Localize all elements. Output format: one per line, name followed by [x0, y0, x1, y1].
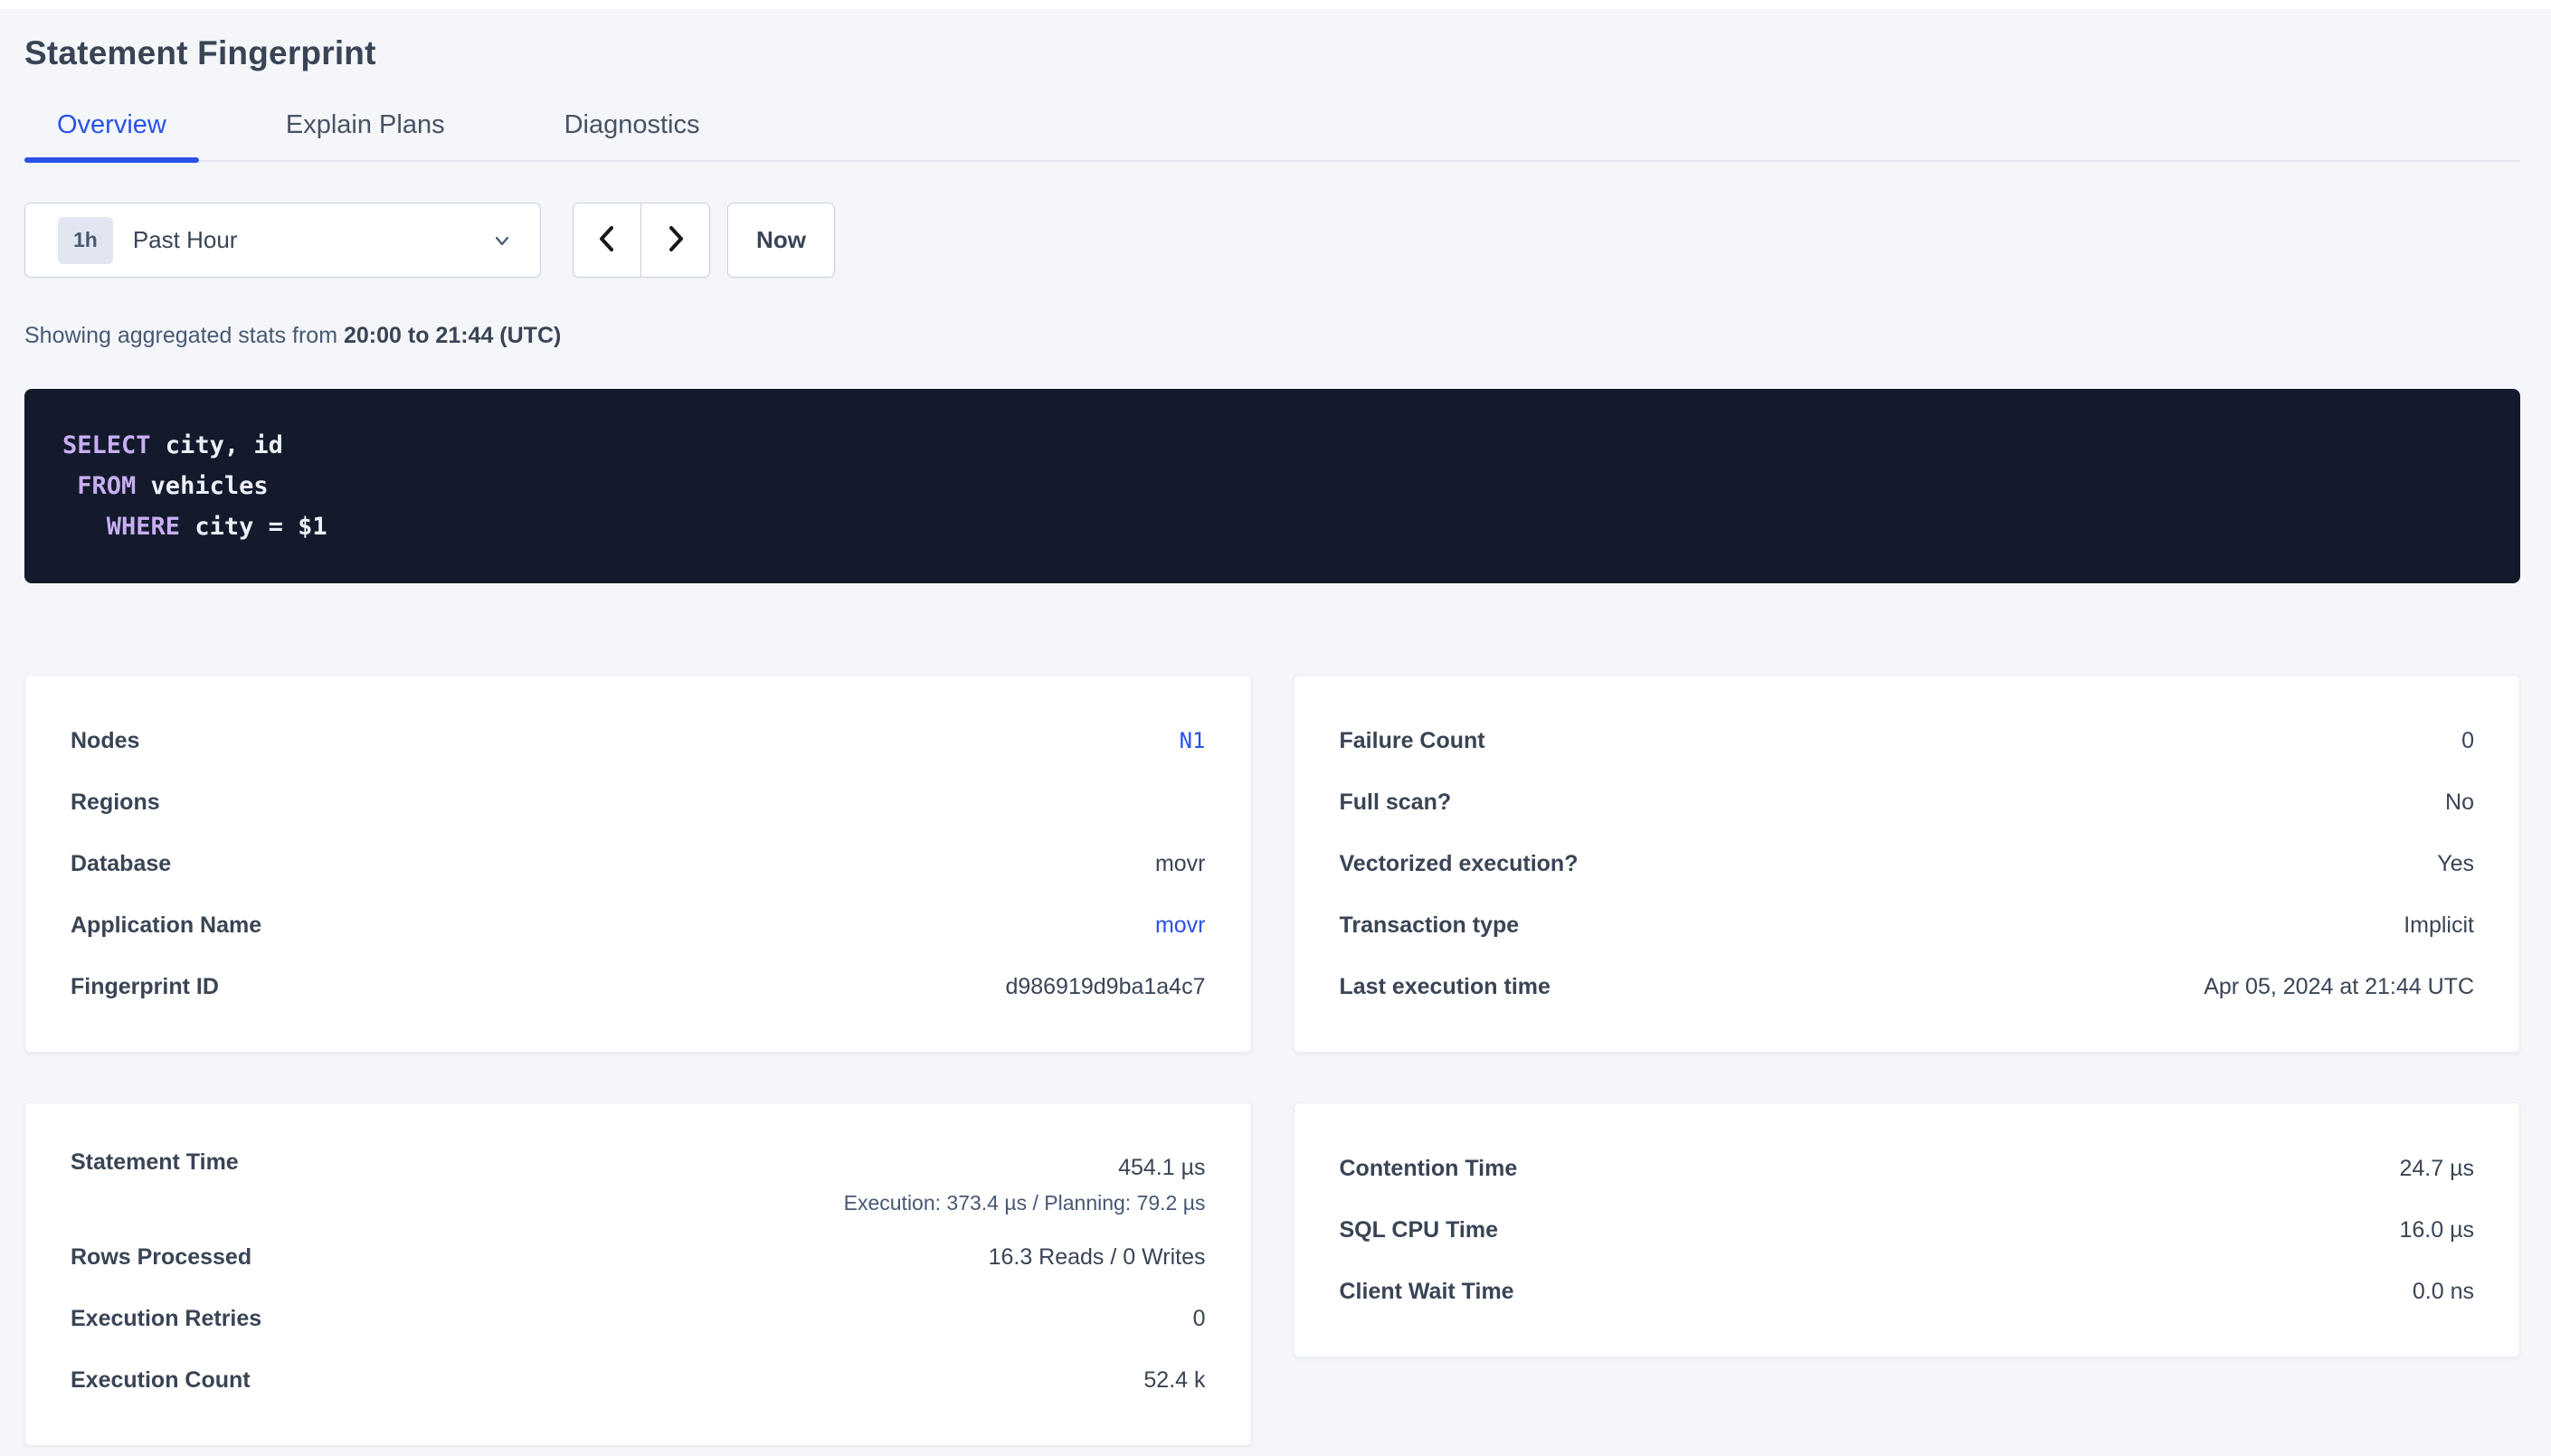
time-range-label: Past Hour — [133, 226, 238, 254]
now-button[interactable]: Now — [727, 203, 835, 278]
page-title: Statement Fingerprint — [24, 34, 2520, 72]
time-toolbar: 1h Past Hour — [24, 203, 2520, 278]
statement-fingerprint-page: Statement Fingerprint Overview Explain P… — [0, 34, 2551, 1446]
stat-row: Last execution time Apr 05, 2024 at 21:44… — [1340, 956, 2475, 1017]
stat-value: 24.7 µs — [2399, 1156, 2474, 1182]
stat-label: Execution Count — [71, 1367, 251, 1394]
stat-value: 0.0 ns — [2413, 1279, 2474, 1305]
stat-value: 0 — [2461, 728, 2474, 754]
stat-value-block: 454.1 µsExecution: 373.4 µs / Planning: … — [844, 1149, 1206, 1221]
chevron-right-icon — [664, 223, 688, 257]
sql-line: WHERE city = $1 — [62, 506, 2482, 547]
stat-label: Client Wait Time — [1340, 1279, 1514, 1305]
sql-keyword: SELECT — [62, 431, 151, 459]
tab-bar: Overview Explain Plans Diagnostics — [24, 96, 2520, 162]
aggregated-stats-prefix: Showing aggregated stats from — [24, 323, 344, 348]
sql-line: FROM vehicles — [62, 466, 2482, 506]
stat-value: 0 — [1193, 1306, 1206, 1332]
next-time-range-button[interactable] — [641, 203, 709, 277]
stat-value: 16.3 Reads / 0 Writes — [989, 1244, 1206, 1271]
stat-label: Rows Processed — [71, 1244, 251, 1271]
tab-explain-plans-label: Explain Plans — [286, 110, 445, 139]
stat-label: Statement Time — [71, 1149, 239, 1176]
stat-value: No — [2445, 789, 2474, 816]
stat-value: 16.0 µs — [2399, 1217, 2474, 1243]
stat-row: Execution Count 52.4 k — [71, 1349, 1206, 1411]
stat-value-link[interactable]: N1 — [1180, 728, 1206, 753]
sql-line: SELECT city, id — [62, 425, 2482, 466]
stat-row: SQL CPU Time 16.0 µs — [1340, 1199, 2475, 1261]
aggregated-stats-line: Showing aggregated stats from 20:00 to 2… — [24, 323, 2520, 349]
tab-explain-plans[interactable]: Explain Plans — [253, 96, 478, 160]
stat-value: Implicit — [2404, 912, 2474, 939]
aggregated-stats-range: 20:00 to 21:44 (UTC) — [344, 323, 561, 348]
prev-time-range-button[interactable] — [574, 203, 641, 277]
stat-value: d986919d9ba1a4c7 — [1005, 974, 1205, 1000]
stat-row: Database movr — [71, 833, 1206, 894]
stat-label: Nodes — [71, 728, 139, 754]
stat-value: movr — [1155, 851, 1206, 877]
stat-row: Full scan? No — [1340, 771, 2475, 833]
time-range-pager — [573, 203, 710, 278]
stat-row: Application Name movr — [71, 894, 1206, 956]
chevron-down-icon — [491, 230, 513, 251]
sql-statement-box: SELECT city, id FROM vehicles WHERE city… — [24, 389, 2520, 583]
stat-label: Vectorized execution? — [1340, 851, 1579, 877]
stat-label: Database — [71, 851, 171, 877]
stat-row: Contention Time 24.7 µs — [1340, 1138, 2475, 1199]
sql-keyword: WHERE — [107, 513, 180, 541]
stat-label: Full scan? — [1340, 789, 1452, 816]
card-statement-details: NodesN1RegionsDatabasemovrApplication Na… — [24, 675, 1252, 1053]
stats-cards: NodesN1RegionsDatabasemovrApplication Na… — [24, 675, 2520, 1446]
stat-value-link[interactable]: movr — [1155, 912, 1206, 939]
stat-label: SQL CPU Time — [1340, 1217, 1499, 1243]
tab-diagnostics[interactable]: Diagnostics — [532, 96, 733, 160]
stat-row: Client Wait Time 0.0 ns — [1340, 1261, 2475, 1322]
tab-overview[interactable]: Overview — [24, 96, 199, 160]
stat-row: Nodes N1 — [71, 710, 1206, 771]
stat-value: Yes — [2437, 851, 2474, 877]
card-wait-times: Contention Time 24.7 µs SQL CPU Time 16.0 µ… — [1294, 1102, 2521, 1357]
stat-value: 454.1 µs — [844, 1149, 1206, 1186]
stat-label: Last execution time — [1340, 974, 1551, 1000]
top-strip — [0, 0, 2551, 9]
time-range-badge: 1h — [58, 217, 113, 264]
stat-row: Rows Processed 16.3 Reads / 0 Writes — [71, 1226, 1206, 1288]
stat-row: Execution Retries 0 — [71, 1288, 1206, 1349]
chevron-left-icon — [595, 223, 619, 257]
stat-row: Transaction type Implicit — [1340, 894, 2475, 956]
card-execution-attributes: Failure Count 0 Full scan? No Vectorized exe… — [1294, 675, 2521, 1053]
stat-subvalue: Execution: 373.4 µs / Planning: 79.2 µs — [844, 1186, 1206, 1221]
time-range-select[interactable]: 1h Past Hour — [24, 203, 541, 278]
tab-diagnostics-label: Diagnostics — [564, 110, 700, 139]
stat-label: Transaction type — [1340, 912, 1520, 939]
stat-row: Statement Time 454.1 µsExecution: 373.4 µ… — [71, 1138, 1206, 1226]
stat-label: Contention Time — [1340, 1156, 1518, 1182]
stat-label: Application Name — [71, 912, 261, 939]
card-statement-times: Statement Time 454.1 µsExecution: 373.4 µ… — [24, 1102, 1252, 1446]
stat-value: 52.4 k — [1143, 1367, 1205, 1394]
stat-row: Regions — [71, 771, 1206, 833]
stat-row: Vectorized execution? Yes — [1340, 833, 2475, 894]
stat-label: Failure Count — [1340, 728, 1485, 754]
stat-row: Failure Count 0 — [1340, 710, 2475, 771]
tab-overview-label: Overview — [57, 110, 166, 139]
stat-value: Apr 05, 2024 at 21:44 UTC — [2204, 974, 2474, 1000]
sql-keyword: FROM — [77, 472, 136, 500]
stat-row: Fingerprint ID d986919d9ba1a4c7 — [71, 956, 1206, 1017]
stat-label: Execution Retries — [71, 1306, 261, 1332]
stat-label: Fingerprint ID — [71, 974, 219, 1000]
stat-label: Regions — [71, 789, 160, 816]
